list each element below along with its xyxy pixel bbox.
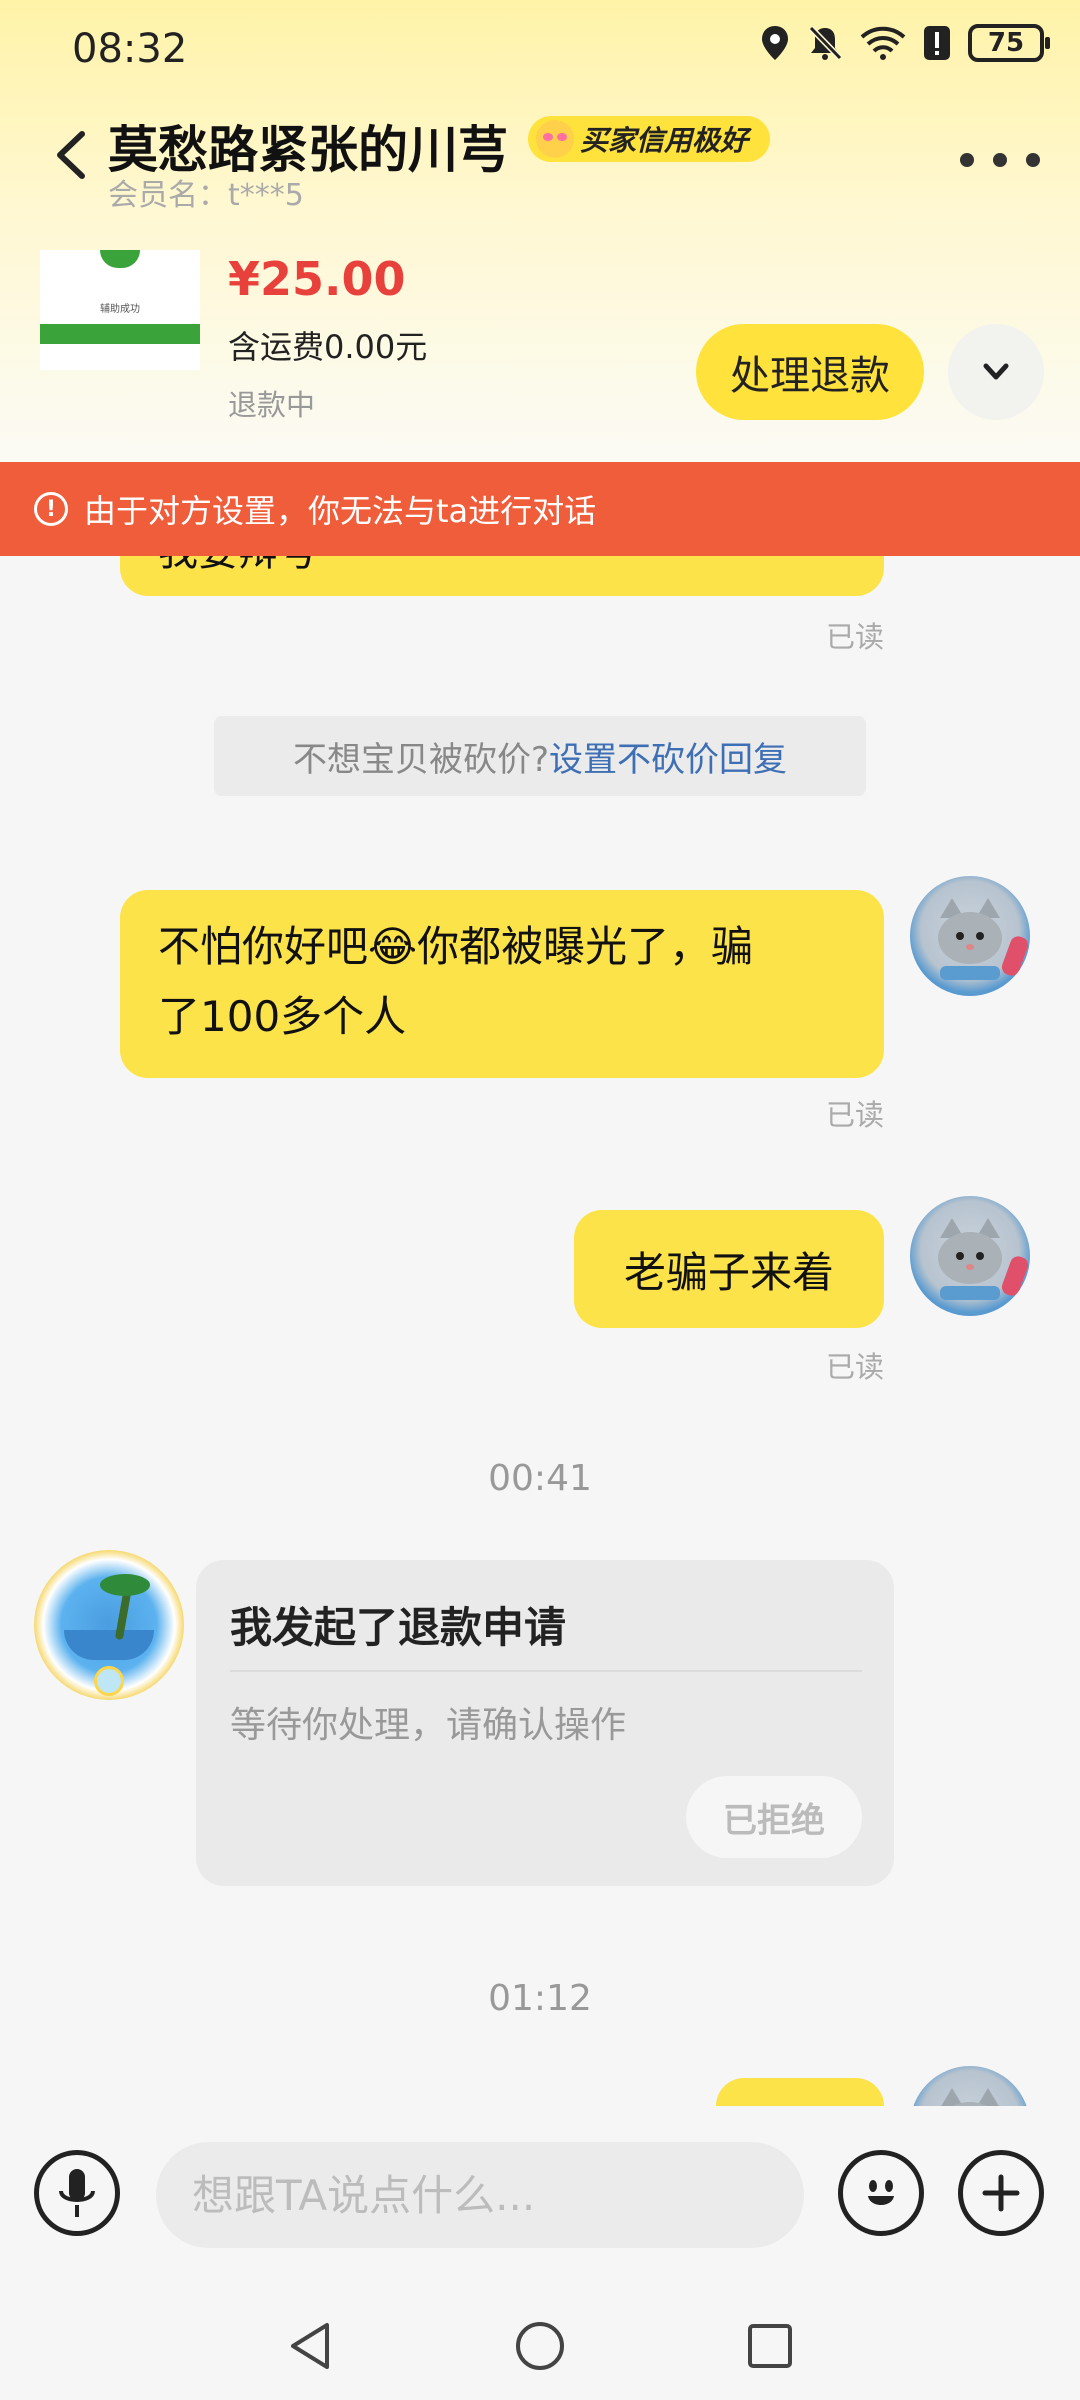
product-price: ¥25.00 <box>228 252 406 306</box>
nav-recent-button[interactable] <box>740 2316 800 2376</box>
expand-button[interactable] <box>948 324 1044 420</box>
credit-badge[interactable]: 买家信用极好 <box>528 116 771 162</box>
credit-badge-label: 买家信用极好 <box>580 124 749 157</box>
smiley-icon <box>868 2180 894 2205</box>
battery-indicator: 75 <box>968 24 1050 62</box>
read-receipt: 已读 <box>826 1098 885 1132</box>
message-text-line: 了100多个人 <box>158 992 407 1041</box>
back-button[interactable] <box>44 120 104 190</box>
nav-home-button[interactable] <box>510 2316 570 2376</box>
message-bubble[interactable]: 不怕你好吧😂你都被曝光了，骗 了100多个人 <box>120 890 884 1078</box>
message-input[interactable] <box>156 2142 804 2248</box>
status-time: 08:32 <box>72 26 188 72</box>
chevron-down-icon <box>983 363 1009 380</box>
message-list[interactable]: 我要辩号 已读 不想宝贝被砍价? 设置不砍价回复 不怕你好吧😂你都被曝光了，骗 … <box>0 556 1080 2106</box>
nav-back-button[interactable] <box>280 2316 340 2376</box>
system-tip-question: 不想宝贝被砍价? <box>292 739 550 780</box>
emoji-button[interactable] <box>838 2150 924 2236</box>
divider <box>230 1670 862 1672</box>
thumbnail-success-mark <box>100 250 140 268</box>
product-thumbnail[interactable]: 辅助成功 <box>40 250 200 370</box>
happy-face-icon <box>536 120 574 158</box>
my-avatar[interactable] <box>910 1196 1030 1316</box>
my-avatar[interactable] <box>910 876 1030 996</box>
refund-card-title: 我发起了退款申请 <box>230 1603 567 1652</box>
mute-bell-icon <box>808 25 843 61</box>
status-bar: 08:32 75 <box>0 0 1080 100</box>
chat-blocked-banner: ! 由于对方设置，你无法与ta进行对话 <box>0 462 1080 556</box>
chat-blocked-text: 由于对方设置，你无法与ta进行对话 <box>84 492 597 530</box>
status-icons: 75 <box>760 24 1050 62</box>
rejected-button[interactable]: 已拒绝 <box>686 1776 862 1858</box>
my-avatar[interactable] <box>910 2066 1030 2106</box>
message-text: 我要辩号 <box>158 556 318 575</box>
thumbnail-text: 辅助成功 <box>100 304 140 315</box>
message-bubble[interactable]: 我要辩号 <box>120 556 884 596</box>
more-dot-icon <box>1026 153 1040 167</box>
refund-status: 退款中 <box>228 388 316 422</box>
message-text-line: 不怕你好吧😂你都被曝光了，骗 <box>158 922 754 971</box>
chat-screen: 08:32 75 莫愁路紧张的川芎 买家信用极好 会员名：t***5 辅助成功 <box>0 0 1080 2400</box>
read-receipt: 已读 <box>826 1350 885 1384</box>
product-card[interactable]: 辅助成功 ¥25.00 含运费0.00元 退款中 处理退款 <box>0 230 1080 460</box>
message-bubble[interactable]: 老骗子来着 <box>574 1210 884 1328</box>
thumbnail-bar <box>40 324 200 344</box>
refund-request-card[interactable]: 我发起了退款申请 等待你处理，请确认操作 已拒绝 <box>196 1560 894 1886</box>
message-text: 老骗子来着 <box>623 1247 834 1297</box>
set-no-bargain-link[interactable]: 设置不砍价回复 <box>549 732 787 781</box>
location-icon <box>762 26 788 60</box>
more-menu-button[interactable] <box>960 140 1040 180</box>
wifi-icon <box>860 26 906 60</box>
circle-home-icon <box>516 2322 564 2370</box>
process-refund-button[interactable]: 处理退款 <box>696 324 924 420</box>
alert-icon <box>924 26 950 60</box>
square-recent-icon <box>748 2324 792 2368</box>
microphone-icon <box>59 2169 95 2217</box>
plus-icon <box>982 2174 1020 2212</box>
chat-header: 莫愁路紧张的川芎 买家信用极好 会员名：t***5 <box>0 100 1080 220</box>
chevron-left-icon <box>57 131 85 179</box>
read-receipt: 已读 <box>826 620 885 654</box>
refund-card-desc: 等待你处理，请确认操作 <box>230 1705 627 1746</box>
message-timestamp: 01:12 <box>488 1978 592 2019</box>
system-nav-bar <box>0 2288 1080 2400</box>
system-tip: 不想宝贝被砍价? 设置不砍价回复 <box>214 716 866 796</box>
more-dot-icon <box>993 153 1007 167</box>
input-bar <box>0 2106 1080 2288</box>
voice-button[interactable] <box>34 2150 120 2236</box>
message-bubble[interactable] <box>716 2078 884 2106</box>
triangle-back-icon <box>291 2323 329 2369</box>
message-timestamp: 00:41 <box>488 1458 592 1499</box>
shipping-fee: 含运费0.00元 <box>228 328 428 366</box>
more-actions-button[interactable] <box>958 2150 1044 2236</box>
buyer-avatar[interactable] <box>34 1550 184 1700</box>
exclamation-circle-icon: ! <box>34 492 68 526</box>
more-dot-icon <box>960 153 974 167</box>
member-name: 会员名：t***5 <box>108 178 304 213</box>
